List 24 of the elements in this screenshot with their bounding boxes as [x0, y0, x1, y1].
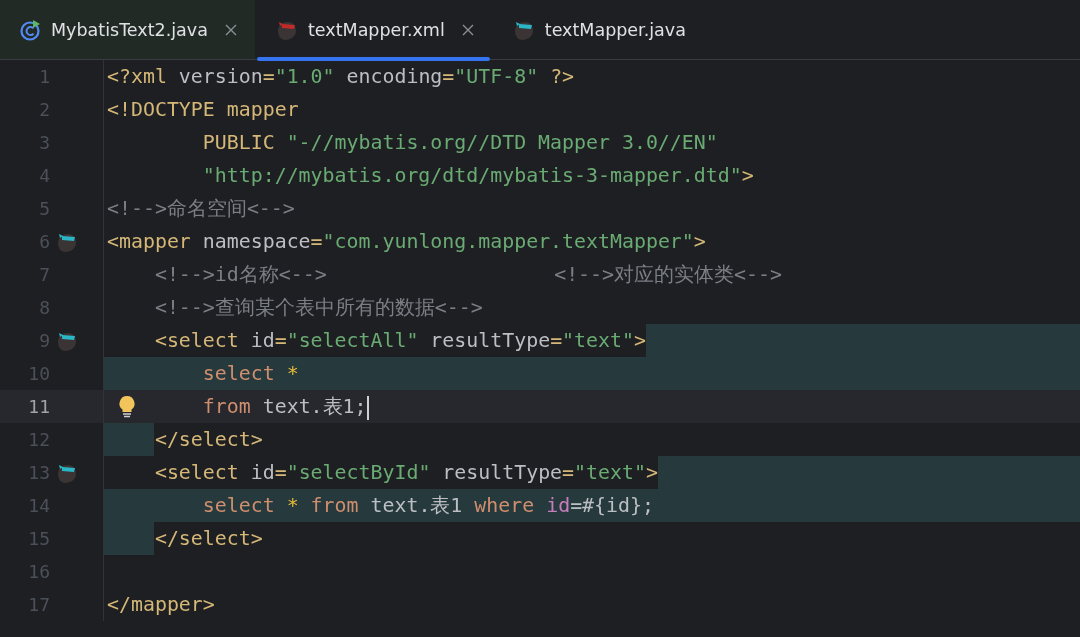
lightbulb-icon[interactable] — [118, 395, 136, 418]
code-line: <mapper namespace="com.yunlong.mapper.textMapper"> — [107, 229, 706, 255]
editor-tab[interactable]: textMapper.xml — [255, 0, 492, 59]
code-line: </mapper> — [107, 592, 215, 618]
close-icon[interactable] — [224, 23, 237, 36]
code-line: </select> — [154, 526, 263, 552]
close-icon[interactable] — [461, 23, 474, 36]
code-line: <select id="selectById" resultType="text"> — [154, 460, 658, 486]
code-line: PUBLIC "-//mybatis.org//DTD Mapper 3.0//EN" — [202, 130, 718, 156]
code-line: from text.表1; — [202, 394, 369, 422]
code-line: <select id="selectAll" resultType="text"> — [154, 328, 646, 354]
code-line: <?xml version="1.0" encoding="UTF-8" ?> — [107, 64, 575, 90]
code-line: select * — [202, 361, 299, 387]
editor-tab[interactable]: MybatisText2.java — [0, 0, 255, 59]
code-line: "http://mybatis.org/dtd/mybatis-3-mapper.dtd"> — [202, 163, 754, 189]
code-line: <!-->id名称<--> <!-->对应的实体类<--> — [154, 262, 782, 288]
editor-tab[interactable]: textMapper.java — [491, 0, 704, 59]
code-line: </select> — [154, 427, 263, 453]
code-line: <!DOCTYPE mapper — [107, 97, 299, 123]
code-line: <!-->命名空间<--> — [107, 196, 295, 222]
java-class-icon — [20, 18, 42, 41]
code-line: <!-->查询某个表中所有的数据<--> — [154, 295, 483, 321]
line-number: 11 — [27, 396, 50, 417]
code-line: select * from text.表1 where id=#{id}; — [202, 493, 654, 519]
